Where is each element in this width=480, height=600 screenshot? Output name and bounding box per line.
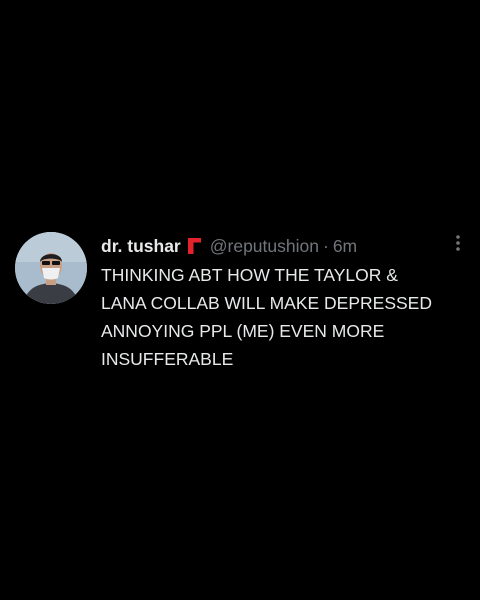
avatar[interactable] [15, 232, 87, 304]
avatar-photo [15, 232, 87, 304]
tweet-header: dr. tushar @reputushion · 6m [101, 234, 451, 258]
red-flag-icon [186, 237, 202, 255]
timestamp[interactable]: 6m [333, 236, 357, 257]
display-name[interactable]: dr. tushar [101, 236, 181, 257]
tweet-body: dr. tushar @reputushion · 6m THINKING AB… [101, 234, 451, 373]
more-options-icon[interactable] [453, 234, 463, 254]
tweet-text: THINKING ABT HOW THE TAYLOR & LANA COLLA… [101, 265, 432, 369]
separator-dot: · [322, 235, 329, 256]
handle[interactable]: @reputushion [210, 236, 319, 257]
